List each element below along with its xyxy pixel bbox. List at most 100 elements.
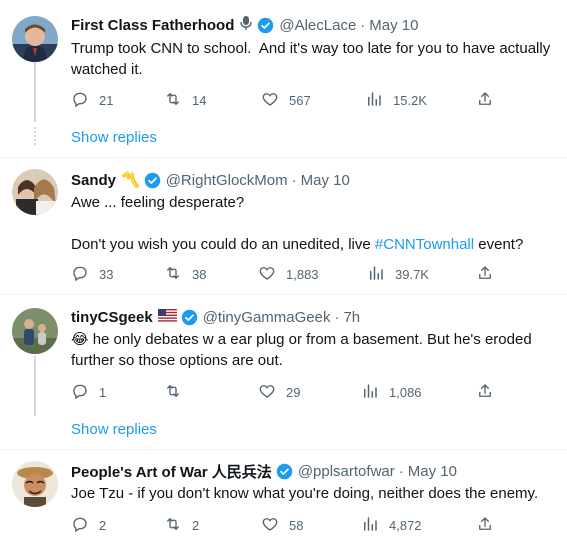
action-bar: 2 2 58 4,872: [71, 515, 501, 535]
verified-badge-icon: [257, 17, 274, 34]
like-count: 58: [289, 517, 304, 533]
verified-badge-icon: [181, 309, 198, 326]
like-button[interactable]: 29: [258, 382, 300, 403]
views-count: 15.2K: [393, 92, 427, 108]
heart-icon: [261, 515, 279, 536]
show-replies-link[interactable]: Show replies: [71, 129, 157, 146]
verified-badge-icon: [144, 172, 161, 189]
tweet-header: People's Art of War 人民兵法 @pplsartofwar ·…: [71, 461, 457, 481]
reply-icon: [71, 515, 89, 536]
retweet-icon: [164, 515, 182, 536]
views-button[interactable]: 4,872: [361, 515, 422, 536]
display-name[interactable]: First Class Fatherhood: [71, 17, 234, 34]
tweet-text-line: further so those options are out.: [71, 352, 283, 369]
retweet-icon: [164, 90, 182, 111]
separator-dot: ·: [291, 171, 297, 189]
reply-button[interactable]: 33: [71, 264, 113, 285]
retweet-icon: [164, 382, 182, 403]
action-bar: 33 38 1,883 39.7K: [71, 264, 501, 284]
share-icon: [476, 90, 494, 111]
avatar[interactable]: [12, 461, 58, 507]
text-segment: he only debates w a ear plug or from a b…: [88, 331, 532, 348]
timestamp[interactable]: May 10: [408, 463, 457, 480]
display-name[interactable]: tinyCSgeek: [71, 309, 153, 326]
handle[interactable]: @tinyGammaGeek: [203, 309, 331, 326]
tweet-header: First Class Fatherhood @AlecLace · May 1…: [71, 15, 419, 35]
reply-count: 2: [99, 517, 107, 533]
display-name[interactable]: Sandy: [71, 172, 116, 189]
reply-count: 33: [99, 266, 114, 282]
separator-dot: ·: [334, 308, 340, 326]
show-replies-link[interactable]: Show replies: [71, 421, 157, 438]
retweet-button[interactable]: 14: [164, 90, 206, 111]
handle[interactable]: @pplsartofwar: [298, 463, 395, 480]
tweet-text-line: 😂 he only debates w a ear plug or from a…: [71, 329, 551, 350]
text-segment: event?: [474, 236, 524, 253]
views-count: 39.7K: [395, 266, 429, 282]
timestamp[interactable]: May 10: [301, 172, 350, 189]
share-button[interactable]: [476, 264, 494, 285]
microphone-icon: [239, 15, 253, 35]
retweet-button[interactable]: 2: [164, 515, 199, 536]
share-button[interactable]: [476, 382, 494, 403]
tweet-text-line: Trump took CNN to school. And it's way t…: [71, 40, 551, 57]
laughing-emoji-icon: 😂: [71, 331, 89, 348]
timestamp[interactable]: May 10: [369, 17, 418, 34]
tweet-text-line: Don't you wish you could do an unedited,…: [71, 234, 551, 255]
avatar[interactable]: [12, 169, 58, 215]
reply-button[interactable]: 2: [71, 515, 106, 536]
reply-button[interactable]: 1: [71, 382, 106, 403]
views-button[interactable]: 1,086: [361, 382, 422, 403]
part-alternation-mark-icon: 〽️: [121, 172, 140, 189]
retweet-button[interactable]: [164, 382, 192, 403]
handle[interactable]: @RightGlockMom: [166, 172, 288, 189]
tweet-text: Joe Tzu - if you don't know what you're …: [71, 483, 551, 504]
retweet-button[interactable]: 38: [164, 264, 206, 285]
thread-connector: [34, 356, 36, 416]
views-button[interactable]: 39.7K: [367, 264, 429, 285]
share-button[interactable]: [476, 90, 494, 111]
like-count: 29: [286, 384, 301, 400]
tweet-text-line: Awe ... feeling desperate?: [71, 194, 245, 211]
avatar[interactable]: [12, 16, 58, 62]
thread-dots: [34, 127, 36, 145]
separator-dot: ·: [360, 16, 366, 34]
tweet-text-line: Joe Tzu - if you don't know what you're …: [71, 485, 539, 502]
views-button[interactable]: 15.2K: [365, 90, 427, 111]
display-name[interactable]: People's Art of War 人民兵法: [71, 461, 272, 482]
hashtag-link[interactable]: #CNNTownhall: [375, 236, 474, 253]
views-count: 4,872: [389, 517, 422, 533]
like-button[interactable]: 58: [261, 515, 303, 536]
tweet-text: Trump took CNN to school. And it's way t…: [71, 38, 551, 80]
reply-icon: [71, 264, 89, 285]
tweet-text: 😂 he only debates w a ear plug or from a…: [71, 329, 551, 371]
reply-button[interactable]: 21: [71, 90, 113, 111]
action-bar: 21 14 567 15.2K: [71, 90, 501, 110]
like-button[interactable]: 567: [261, 90, 311, 111]
reply-icon: [71, 90, 89, 111]
reply-icon: [71, 382, 89, 403]
retweet-count: 38: [192, 266, 207, 282]
like-count: 1,883: [286, 266, 319, 282]
share-icon: [476, 382, 494, 403]
timestamp[interactable]: 7h: [343, 309, 360, 326]
divider: [0, 449, 567, 450]
divider: [0, 157, 567, 158]
separator-dot: ·: [398, 462, 404, 480]
us-flag-icon: [157, 308, 177, 326]
like-button[interactable]: 1,883: [258, 264, 319, 285]
views-count: 1,086: [389, 384, 422, 400]
bar-chart-icon: [361, 515, 379, 536]
bar-chart-icon: [365, 90, 383, 111]
tweet-header: Sandy 〽️ @RightGlockMom · May 10: [71, 170, 350, 190]
bar-chart-icon: [361, 382, 379, 403]
share-button[interactable]: [476, 515, 494, 536]
text-segment: Don't you wish you could do an unedited,…: [71, 236, 375, 253]
retweet-count: 14: [192, 92, 207, 108]
verified-badge-icon: [276, 463, 293, 480]
heart-icon: [261, 90, 279, 111]
handle[interactable]: @AlecLace: [279, 17, 356, 34]
thread-connector: [34, 62, 36, 122]
share-icon: [476, 264, 494, 285]
avatar[interactable]: [12, 308, 58, 354]
